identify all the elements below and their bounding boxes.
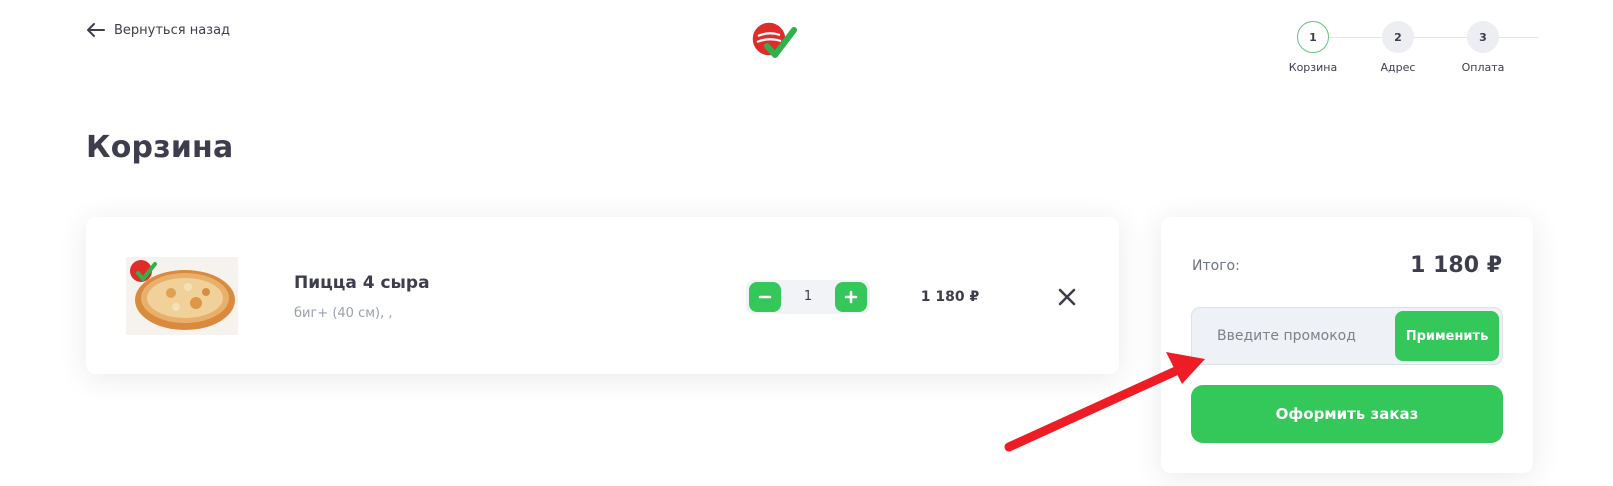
step-label: Корзина <box>1288 61 1338 74</box>
product-description: биг+ (40 см), , <box>294 306 393 321</box>
step-number: 1 <box>1297 21 1329 53</box>
step-label: Адрес <box>1380 61 1416 74</box>
step-cart[interactable]: 1 Корзина <box>1278 21 1348 74</box>
back-link-label: Вернуться назад <box>114 22 231 38</box>
checkout-button[interactable]: Оформить заказ <box>1191 385 1503 443</box>
product-name[interactable]: Пицца 4 сыра <box>294 273 430 293</box>
total-label: Итого: <box>1192 258 1240 274</box>
step-payment[interactable]: 3 Оплата <box>1448 21 1518 74</box>
step-number: 2 <box>1382 21 1414 53</box>
step-label: Оплата <box>1461 61 1505 74</box>
decrease-quantity-button[interactable] <box>749 282 781 312</box>
close-icon[interactable] <box>1056 286 1078 308</box>
increase-quantity-button[interactable] <box>835 282 867 312</box>
quantity-stepper: 1 <box>746 280 870 314</box>
promo-code-input[interactable] <box>1192 308 1392 364</box>
total-value: 1 180 ₽ <box>1410 253 1502 278</box>
checkout-steps: 1 Корзина 2 Адрес 3 Оплата <box>1289 21 1538 81</box>
quantity-value: 1 <box>803 289 813 304</box>
brand-logo-icon[interactable] <box>749 20 797 60</box>
cart-item-card: Пицца 4 сыра биг+ (40 см), , 1 1 180 ₽ <box>86 217 1119 374</box>
back-link[interactable]: Вернуться назад <box>86 22 230 38</box>
step-number: 3 <box>1467 21 1499 53</box>
plus-icon <box>844 290 858 304</box>
apply-promo-button[interactable]: Применить <box>1395 311 1499 361</box>
order-summary: Итого: 1 180 ₽ Применить Оформить заказ <box>1161 217 1533 473</box>
product-image[interactable] <box>126 257 238 335</box>
page-title: Корзина <box>86 130 234 165</box>
step-address[interactable]: 2 Адрес <box>1363 21 1433 74</box>
arrow-left-icon <box>87 23 105 37</box>
item-price: 1 180 ₽ <box>920 289 980 305</box>
minus-icon <box>758 295 772 299</box>
promo-code-field: Применить <box>1191 307 1503 365</box>
